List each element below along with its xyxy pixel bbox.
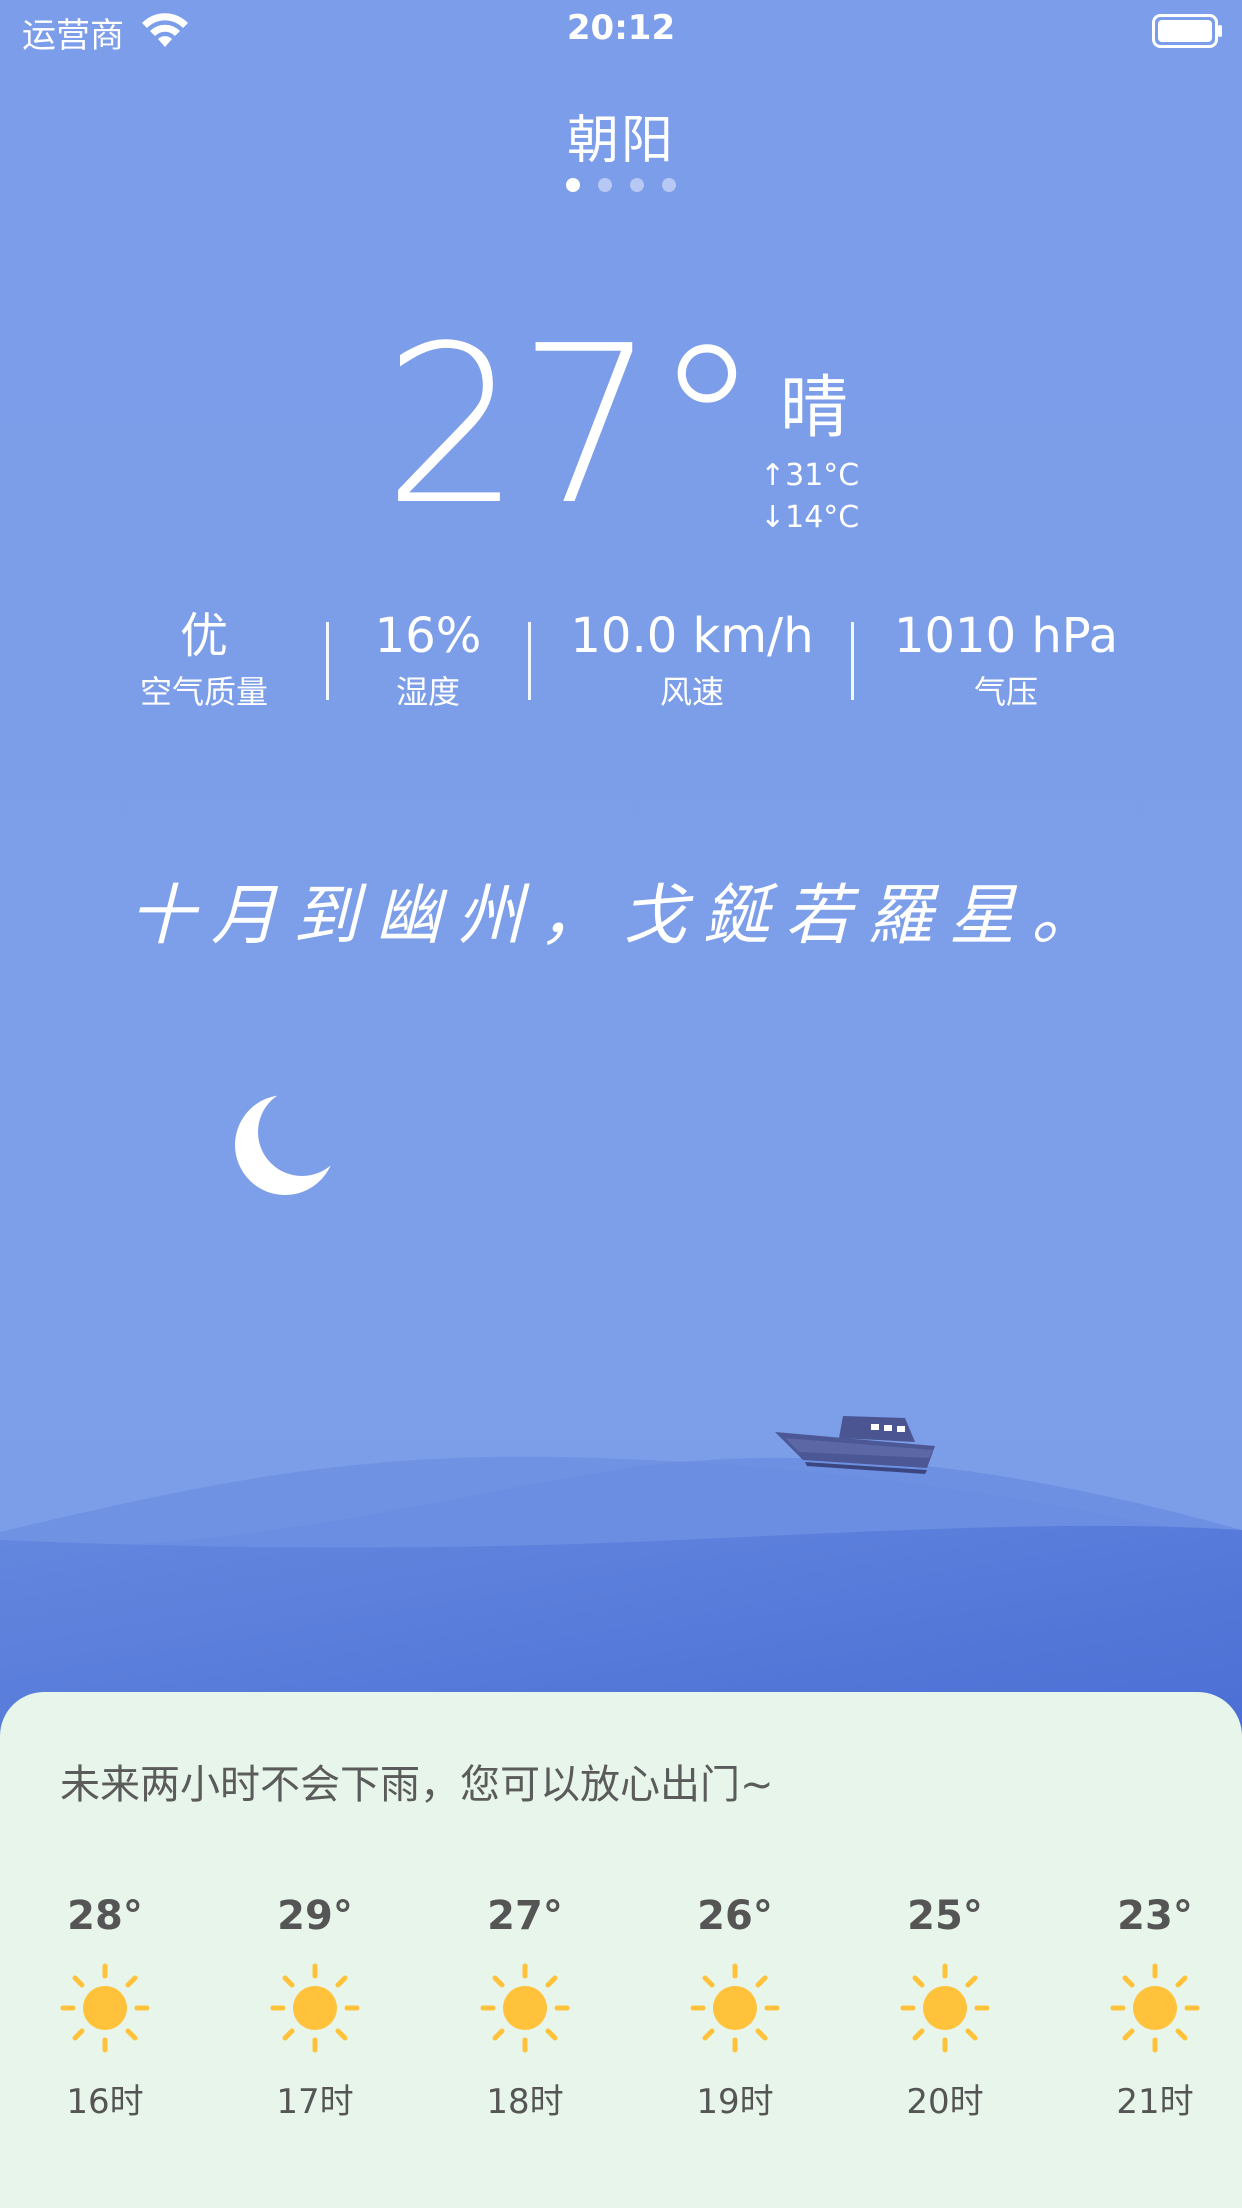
hour-label: 19时 <box>696 2082 774 2122</box>
hour-label: 20时 <box>906 2082 984 2122</box>
stat-value: 1010 hPa <box>893 608 1119 664</box>
stat-divider <box>326 622 329 700</box>
hourly-forecast-item[interactable]: 28° 16时 <box>25 1892 185 2124</box>
page-dot-2[interactable] <box>598 178 612 192</box>
sun-icon <box>690 1963 780 2053</box>
hourly-forecast-item[interactable]: 27° 18时 <box>445 1892 605 2124</box>
stat-label: 空气质量 <box>139 673 268 711</box>
city-title[interactable]: 朝阳 <box>0 98 1242 173</box>
stat-value: 16% <box>374 608 482 664</box>
hour-temp: 25° <box>907 1893 983 1939</box>
stat-value: 10.0 km/h <box>570 608 814 664</box>
hourly-forecast-item[interactable]: 25° 20时 <box>865 1892 1025 2124</box>
hourly-forecast-item[interactable]: 29° 17时 <box>235 1892 395 2124</box>
hour-temp: 28° <box>67 1893 143 1939</box>
stat-divider <box>851 622 854 700</box>
page-dot-1[interactable] <box>566 178 580 192</box>
stat-air-quality: 优 空气质量 <box>124 606 284 714</box>
forecast-panel: 未来两小时不会下雨，您可以放心出门~ 28° 16时 29° 17时 27° 1… <box>0 1692 1242 2208</box>
stat-humidity: 16% 湿度 <box>350 606 506 714</box>
page-dot-4[interactable] <box>662 178 676 192</box>
current-temperature: 27° <box>383 300 761 553</box>
stat-divider <box>528 622 531 700</box>
weather-condition: 晴 <box>780 369 849 448</box>
hour-label: 21时 <box>1116 2082 1194 2122</box>
status-time: 20:12 <box>566 8 676 48</box>
hourly-forecast-item[interactable]: 26° 19时 <box>655 1892 815 2124</box>
page-indicator[interactable] <box>0 178 1242 192</box>
hourly-forecast-item[interactable]: 23° 21时 <box>1075 1892 1235 2124</box>
hour-label: 17时 <box>276 2082 354 2122</box>
moon-icon <box>235 1095 335 1195</box>
hour-label: 16时 <box>66 2082 144 2122</box>
sun-icon <box>270 1963 360 2053</box>
hour-temp: 29° <box>277 1893 353 1939</box>
sun-icon <box>900 1963 990 2053</box>
status-bar: 运营商 20:12 <box>0 0 1242 62</box>
boat-icon <box>775 1416 935 1474</box>
temp-low: ↓14°C <box>760 500 860 535</box>
poem-text: 十月到幽州，戈鋋若羅星。 <box>129 877 1113 954</box>
stat-label: 湿度 <box>395 673 460 711</box>
temp-high: ↑31°C <box>760 458 860 493</box>
stat-label: 风速 <box>659 673 724 711</box>
sun-icon <box>1110 1963 1200 2053</box>
sun-icon <box>480 1963 570 2053</box>
weather-screen: 运营商 20:12 朝阳 27° 晴 ↑31°C ↓14°C 优 空气质量 16… <box>0 0 1242 2208</box>
page-dot-3[interactable] <box>630 178 644 192</box>
battery-icon <box>1152 14 1222 48</box>
stat-wind-speed: 10.0 km/h 风速 <box>560 606 824 714</box>
sea-waves <box>0 1456 1242 1740</box>
sun-icon <box>60 1963 150 2053</box>
stat-pressure: 1010 hPa 气压 <box>884 606 1128 714</box>
hour-temp: 26° <box>697 1893 773 1939</box>
stat-label: 气压 <box>973 673 1038 711</box>
hour-temp: 23° <box>1117 1893 1193 1939</box>
rain-notice: 未来两小时不会下雨，您可以放心出门~ <box>60 1762 774 1808</box>
hour-label: 18时 <box>486 2082 564 2122</box>
stat-value: 优 <box>179 608 228 664</box>
hour-temp: 27° <box>487 1893 563 1939</box>
